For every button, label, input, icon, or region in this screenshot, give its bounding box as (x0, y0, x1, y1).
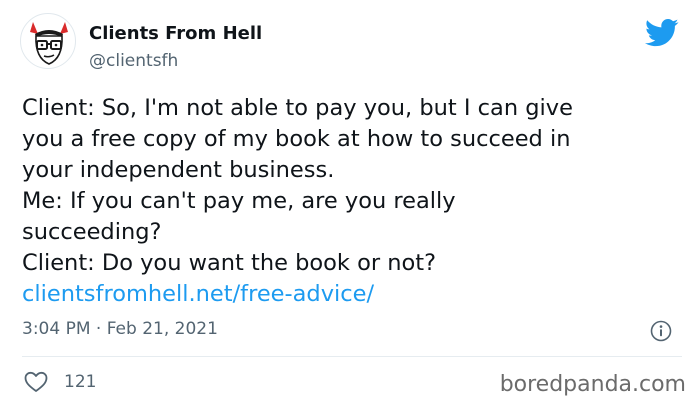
tweet-line: Client: So, I'm not able to pay you, but… (22, 95, 573, 121)
tweet-line: your independent business. (22, 157, 335, 183)
tweet-timestamp[interactable]: 3:04 PM · Feb 21, 2021 (22, 319, 218, 339)
tweet-line: Me: If you can't pay me, are you really (22, 188, 456, 214)
divider (22, 356, 682, 357)
tweet-line: you a free copy of my book at how to suc… (22, 126, 571, 152)
like-button[interactable]: 121 (24, 370, 96, 394)
display-name[interactable]: Clients From Hell (89, 23, 262, 44)
user-handle[interactable]: @clientsfh (89, 51, 178, 71)
like-count: 121 (64, 372, 97, 392)
tweet-line: succeeding? (22, 219, 162, 245)
tweet-text: Client: So, I'm not able to pay you, but… (22, 93, 682, 310)
tweet-link[interactable]: clientsfromhell.net/free-advice/ (22, 279, 682, 310)
info-icon[interactable] (650, 320, 672, 342)
boredpanda-watermark: boredpanda.com (499, 372, 686, 397)
tweet-line: Client: Do you want the book or not? (22, 250, 437, 276)
twitter-bird-icon[interactable] (645, 18, 679, 48)
heart-icon (24, 371, 48, 392)
avatar[interactable] (20, 13, 76, 69)
devil-face-avatar-icon (30, 22, 68, 65)
